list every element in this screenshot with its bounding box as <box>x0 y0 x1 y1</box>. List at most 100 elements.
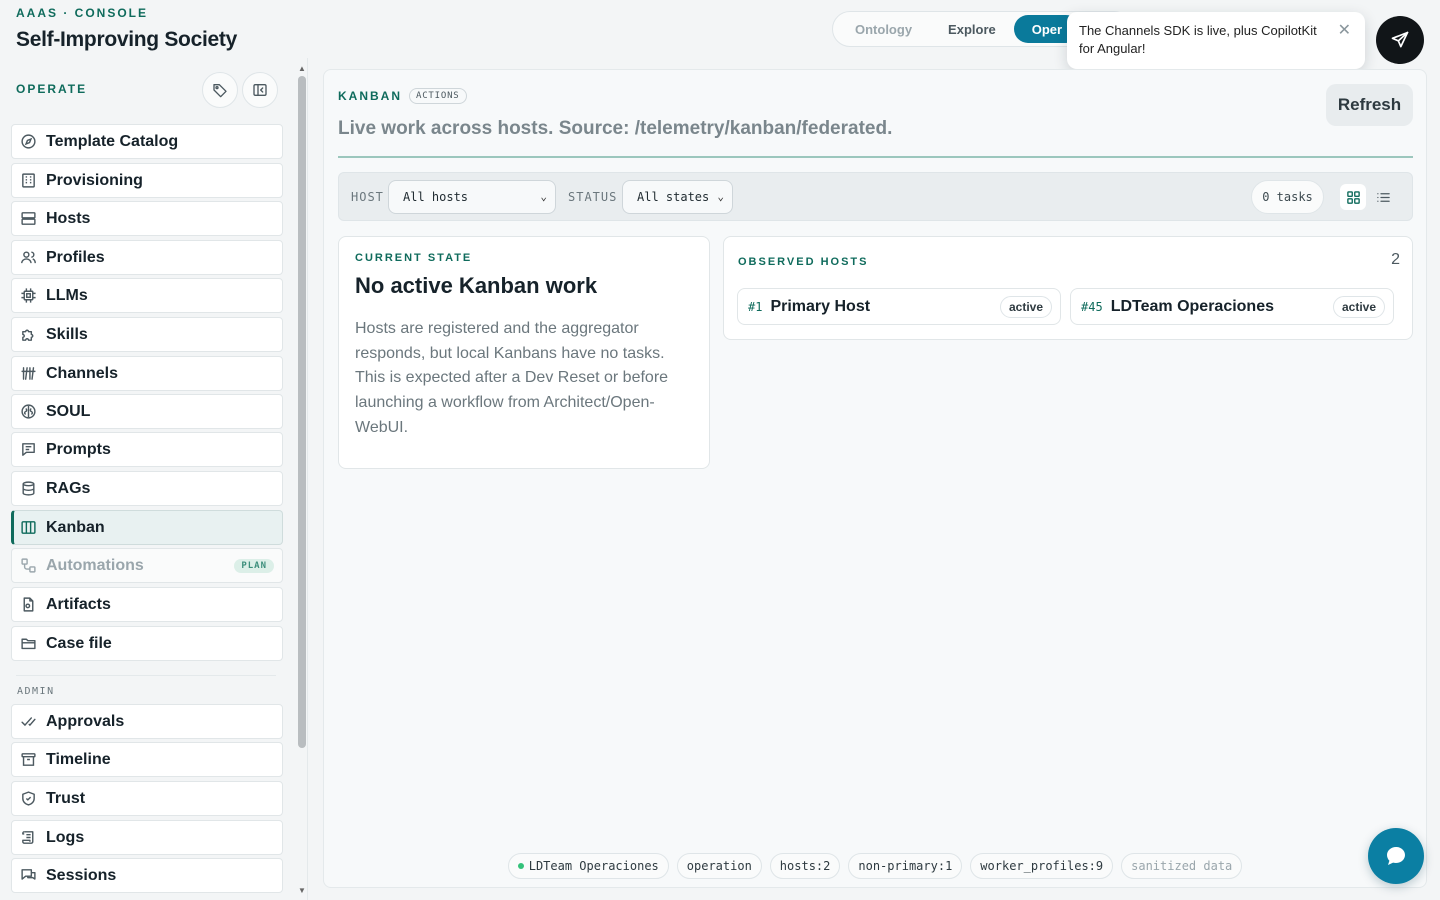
file-icon <box>23 597 34 612</box>
sidebar-item-kanban[interactable]: Kanban <box>11 510 283 545</box>
hosts-count: 2 <box>1391 251 1400 268</box>
brain-icon <box>21 404 36 419</box>
sidebar-item-rags[interactable]: RAGs <box>11 471 283 506</box>
tab-explore[interactable]: Explore <box>930 15 1014 43</box>
folder-icon <box>21 638 36 650</box>
sidebar-item-template-catalog[interactable]: Template Catalog <box>11 124 283 159</box>
observed-hosts-card: OBSERVED HOSTS 2 #1 Primary Host active … <box>723 236 1413 340</box>
check-icon <box>21 717 36 727</box>
card-kicker: OBSERVED HOSTS <box>738 256 869 268</box>
sidebar-item-label: Logs <box>46 828 85 846</box>
sidebar-item-label: Hosts <box>46 209 91 227</box>
context-chips: LDTeam Operaciones operation hosts:2 non… <box>324 853 1428 879</box>
divider <box>338 156 1413 158</box>
chevron-down-icon: ⌄ <box>540 190 547 203</box>
chip-host: LDTeam Operaciones <box>507 853 669 879</box>
close-icon[interactable]: ✕ <box>1338 22 1351 40</box>
app-header: AAAS · CONSOLE Self-Improving Society On… <box>0 0 1440 69</box>
chevron-down-icon: ⌄ <box>717 190 724 203</box>
task-count-badge: 0 tasks <box>1251 180 1324 214</box>
host-select-value: All hosts <box>403 190 469 204</box>
collapse-sidebar-button[interactable] <box>242 72 278 108</box>
sidebar-item-logs[interactable]: Logs <box>11 820 283 855</box>
compass-icon <box>21 134 36 149</box>
main-panel: KANBAN ACTIONS Live work across hosts. S… <box>323 69 1427 888</box>
sidebar-item-prompts[interactable]: Prompts <box>11 432 283 467</box>
sidebar-item-label: LLMs <box>46 286 88 304</box>
sidebar-item-channels[interactable]: Channels <box>11 356 283 391</box>
list-view-button[interactable] <box>1370 184 1396 210</box>
tag-button[interactable] <box>202 72 238 108</box>
puzzle-icon <box>22 329 34 341</box>
sidebar: OPERATE Template Catalog Provisioning Ho… <box>0 58 308 900</box>
status-badge: active <box>1332 295 1385 318</box>
host-number: #1 <box>748 299 763 314</box>
refresh-button[interactable]: Refresh <box>1326 84 1413 126</box>
sidebar-item-provisioning[interactable]: Provisioning <box>11 163 283 198</box>
chat-icon <box>21 869 36 880</box>
host-item[interactable]: #45 LDTeam Operaciones active <box>1070 288 1394 325</box>
sidebar-item-case-file[interactable]: Case file <box>11 626 283 661</box>
host-select[interactable]: All hosts ⌄ <box>388 180 556 214</box>
sidebar-item-label: Case file <box>46 634 112 652</box>
workflow-icon <box>21 558 36 573</box>
sidebar-item-hosts[interactable]: Hosts <box>11 201 283 236</box>
filter-bar: HOST All hosts ⌄ STATUS All states ⌄ 0 t… <box>338 172 1413 221</box>
sidebar-item-label: Trust <box>46 789 86 807</box>
chat-launcher-button[interactable] <box>1368 828 1424 884</box>
chat-bubble-icon <box>1387 847 1405 865</box>
sidebar-item-timeline[interactable]: Timeline <box>11 742 283 777</box>
status-select[interactable]: All states ⌄ <box>622 180 733 214</box>
sidebar-item-label: Template Catalog <box>46 132 179 150</box>
sidebar-divider <box>16 675 276 676</box>
paper-plane-icon <box>1391 31 1409 48</box>
status-badge: active <box>999 295 1052 318</box>
toast-notification: The Channels SDK is live, plus CopilotKi… <box>1067 12 1365 69</box>
sidebar-item-label: Provisioning <box>46 171 143 189</box>
shield-icon <box>22 791 35 806</box>
columns-icon <box>21 521 36 534</box>
sidebar-item-llms[interactable]: LLMs <box>11 278 283 313</box>
sidebar-item-label: Channels <box>46 364 119 382</box>
empty-state-body: Hosts are registered and the aggregator … <box>355 320 669 436</box>
scroll-icon <box>22 831 34 844</box>
sidebar-item-automations[interactable]: Automations PLAN <box>11 548 283 583</box>
status-dot-icon <box>517 863 524 869</box>
scroll-down-icon[interactable]: ▼ <box>297 886 307 895</box>
chip-non-primary: non-primary:1 <box>848 853 963 879</box>
sidebar-item-label: Artifacts <box>46 595 111 613</box>
grid-view-button[interactable] <box>1340 184 1366 210</box>
scroll-up-icon[interactable]: ▲ <box>297 64 307 73</box>
message-icon <box>22 443 35 456</box>
grid-icon <box>1346 190 1360 204</box>
sidebar-item-sessions[interactable]: Sessions <box>11 858 283 893</box>
sidebar-item-approvals[interactable]: Approvals <box>11 704 283 739</box>
sidebar-item-artifacts[interactable]: Artifacts <box>11 587 283 622</box>
status-select-value: All states <box>637 190 710 204</box>
server-icon <box>21 212 36 225</box>
sidebar-item-soul[interactable]: SOUL <box>11 394 283 429</box>
host-item[interactable]: #1 Primary Host active <box>737 288 1061 325</box>
actions-badge: ACTIONS <box>409 88 467 104</box>
sidebar-section-operate: OPERATE <box>16 82 88 96</box>
copilot-launcher-button[interactable] <box>1376 16 1424 64</box>
sidebar-item-skills[interactable]: Skills <box>11 317 283 352</box>
list-icon <box>1376 192 1390 202</box>
building-icon <box>22 173 35 188</box>
sidebar-item-label: Prompts <box>46 440 111 458</box>
current-state-card: CURRENT STATE No active Kanban work Host… <box>338 236 710 469</box>
status-filter-label: STATUS <box>568 190 618 204</box>
page-title: Self-Improving Society <box>16 28 237 51</box>
chip-icon <box>21 288 36 303</box>
scrollbar-thumb[interactable] <box>298 76 306 748</box>
sidebar-item-trust[interactable]: Trust <box>11 781 283 816</box>
sidebar-scrollbar[interactable]: ▲ ▼ <box>297 64 307 898</box>
page-subtitle: Live work across hosts. Source: /telemet… <box>338 118 893 139</box>
sidebar-item-label: Automations <box>46 556 144 574</box>
host-name: LDTeam Operaciones <box>1110 297 1274 315</box>
tab-ontology[interactable]: Ontology <box>837 15 930 43</box>
chip-sanitized: sanitized data <box>1121 853 1243 879</box>
card-kicker: CURRENT STATE <box>355 252 473 264</box>
sidebar-item-profiles[interactable]: Profiles <box>11 240 283 275</box>
channels-icon <box>21 367 36 380</box>
